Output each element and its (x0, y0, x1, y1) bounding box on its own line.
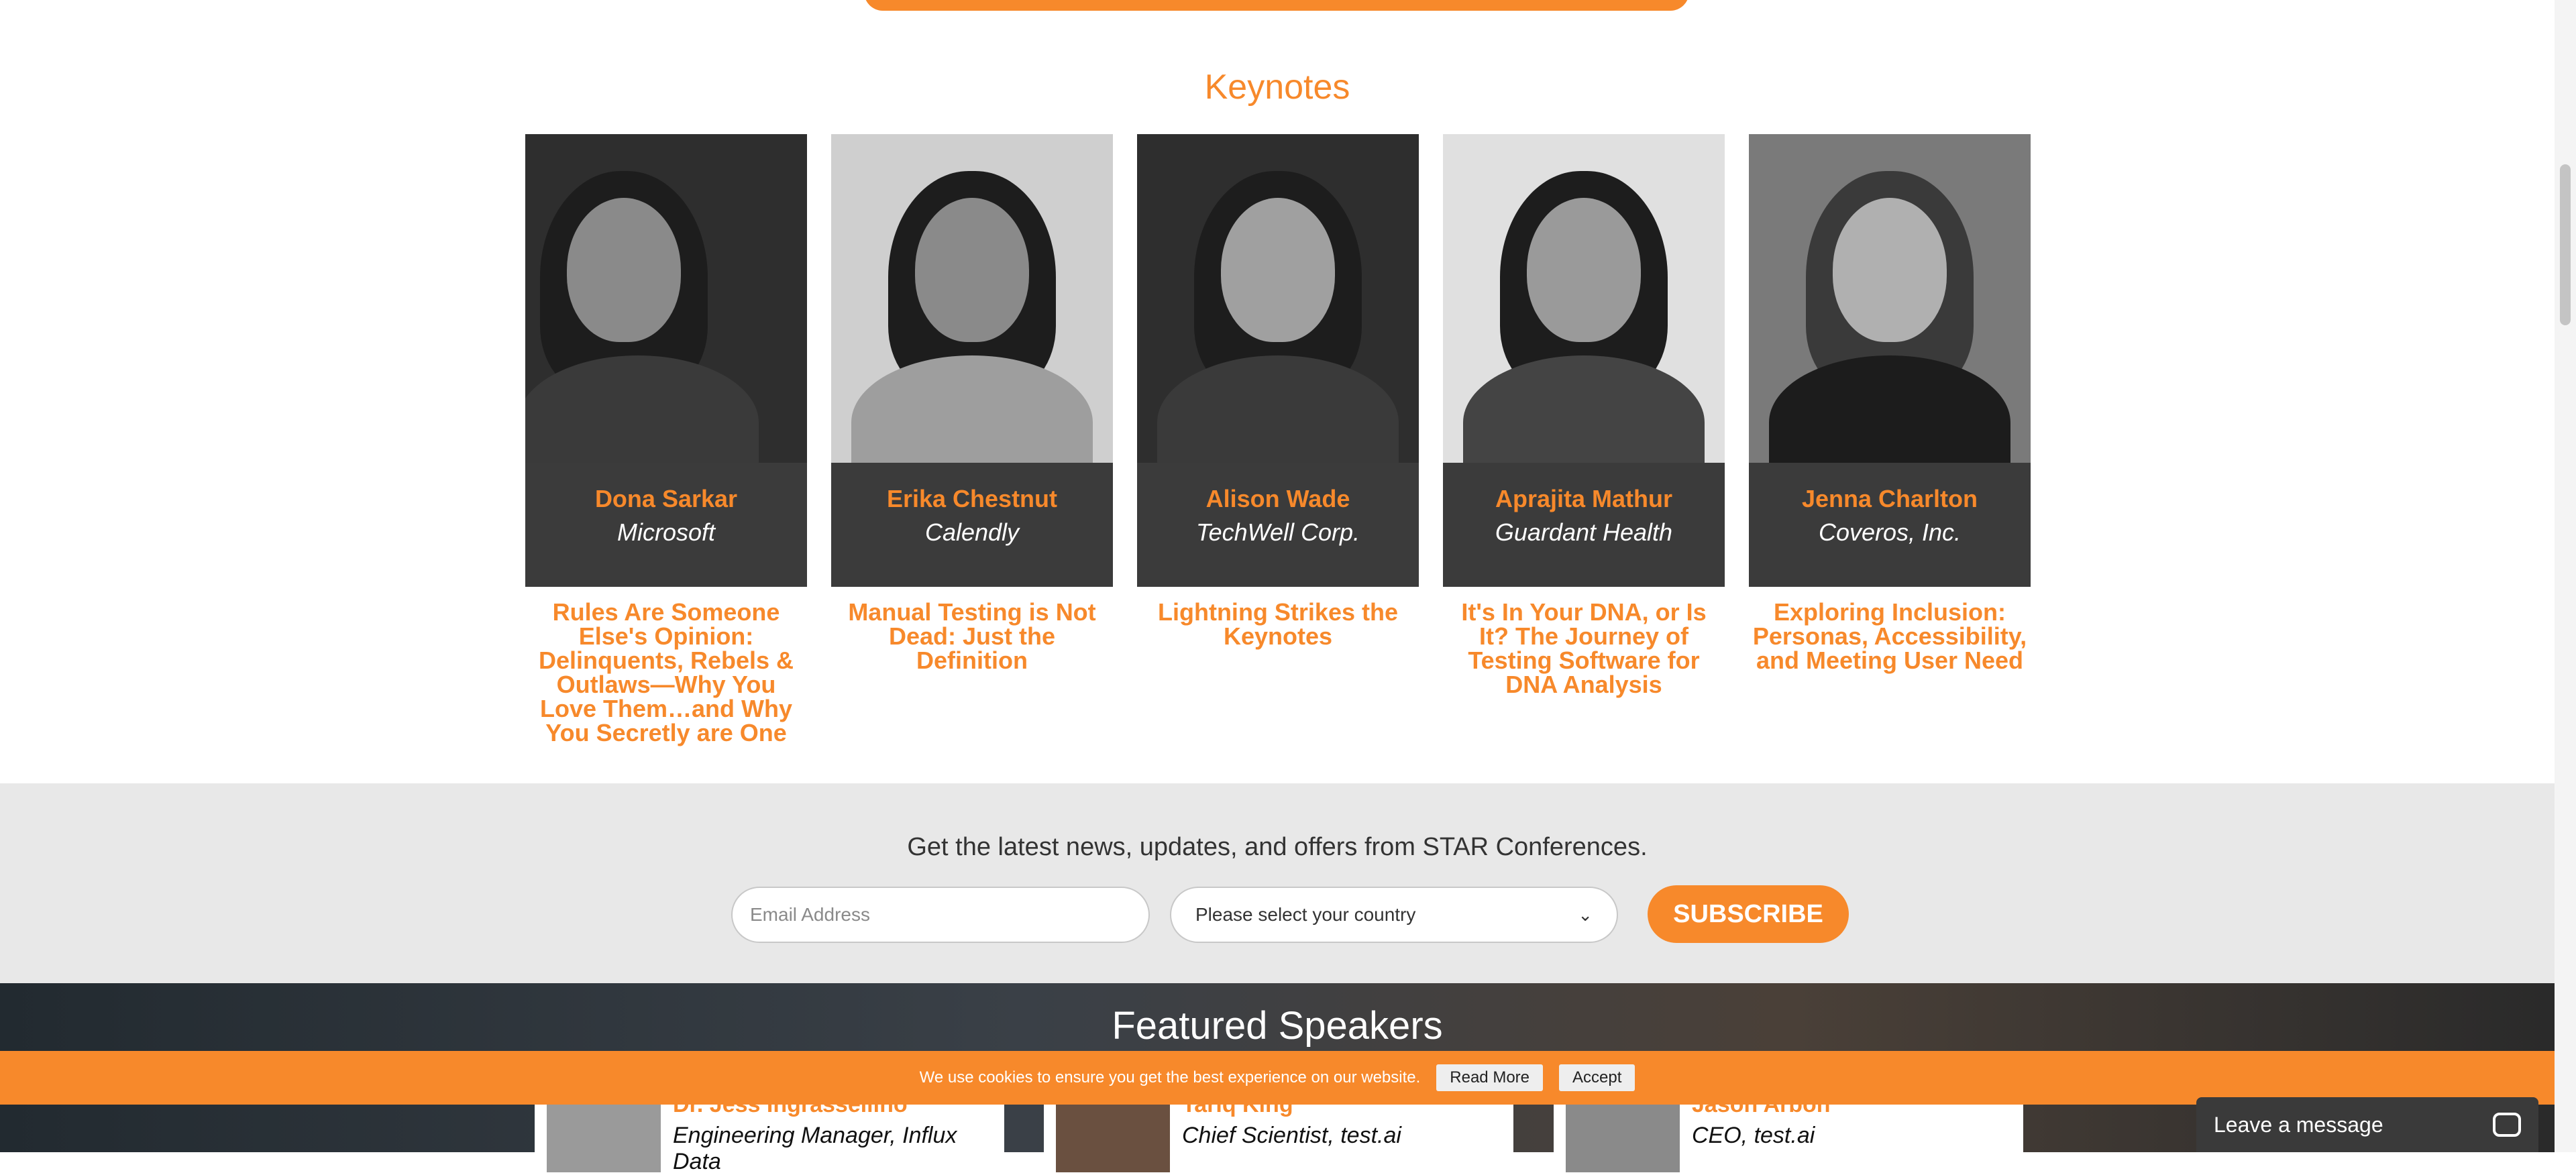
keynote-card[interactable]: Erika Chestnut Calendly Manual Testing i… (831, 134, 1113, 673)
speaker-name: Alison Wade (1205, 485, 1350, 512)
speaker-name: Dona Sarkar (594, 485, 738, 512)
talk-title-link[interactable]: Manual Testing is Not Dead: Just the Def… (831, 600, 1113, 673)
speaker-company: Coveros, Inc. (1818, 518, 1962, 546)
scrollbar-thumb[interactable] (2560, 164, 2571, 325)
talk-title-link[interactable]: It's In Your DNA, or Is It? The Journey … (1443, 600, 1725, 697)
speaker-company: Guardant Health (1495, 518, 1673, 546)
top-cta-button[interactable] (864, 0, 1689, 11)
featured-heading: Featured Speakers (1112, 1004, 1443, 1048)
speaker-info: Dona Sarkar Microsoft (525, 463, 807, 587)
cookie-banner: We use cookies to ensure you get the bes… (0, 1051, 2555, 1105)
featured-speaker-role: Chief Scientist, test.ai (1182, 1123, 1401, 1148)
email-input[interactable] (731, 887, 1150, 943)
talk-title-link[interactable]: Lightning Strikes the Keynotes (1137, 600, 1419, 649)
speaker-company: TechWell Corp. (1195, 518, 1360, 546)
keynote-card[interactable]: Alison Wade TechWell Corp. Lightning Str… (1137, 134, 1419, 649)
speaker-photo (831, 134, 1113, 463)
chevron-down-icon: ⌄ (1578, 904, 1593, 925)
talk-title-link[interactable]: Exploring Inclusion: Personas, Accessibi… (1749, 600, 2031, 673)
speaker-info: Alison Wade TechWell Corp. (1137, 463, 1419, 587)
speaker-name: Aprajita Mathur (1495, 485, 1673, 512)
speaker-company: Microsoft (616, 518, 716, 546)
newsletter-section: Get the latest news, updates, and offers… (0, 783, 2555, 983)
keynote-card[interactable]: Aprajita Mathur Guardant Health It's In … (1443, 134, 1725, 697)
speaker-name: Jenna Charlton (1801, 485, 1978, 512)
scrollbar[interactable] (2555, 0, 2576, 1152)
keynote-card[interactable]: Dona Sarkar Microsoft Rules Are Someone … (525, 134, 807, 745)
newsletter-text: Get the latest news, updates, and offers… (907, 833, 1648, 861)
speaker-info: Erika Chestnut Calendly (831, 463, 1113, 587)
speaker-photo (1137, 134, 1419, 463)
cookie-text: We use cookies to ensure you get the bes… (919, 1068, 1421, 1086)
country-select-value: Please select your country (1195, 904, 1416, 925)
speaker-photo (1749, 134, 2031, 463)
speaker-company: Calendly (924, 518, 1020, 546)
subscribe-button[interactable]: SUBSCRIBE (1648, 885, 1849, 943)
accept-button[interactable]: Accept (1559, 1064, 1635, 1091)
talk-title-link[interactable]: Rules Are Someone Else's Opinion: Delinq… (525, 600, 807, 745)
country-select[interactable]: Please select your country ⌄ (1170, 887, 1618, 943)
speaker-photo (1443, 134, 1725, 463)
read-more-button[interactable]: Read More (1436, 1064, 1544, 1091)
keynote-card[interactable]: Jenna Charlton Coveros, Inc. Exploring I… (1749, 134, 2031, 673)
speaker-name: Erika Chestnut (886, 485, 1058, 512)
chat-bubble-icon (2493, 1113, 2521, 1137)
keynotes-heading: Keynotes (1204, 68, 1350, 107)
speaker-info: Aprajita Mathur Guardant Health (1443, 463, 1725, 587)
featured-speaker-role: CEO, test.ai (1692, 1123, 1815, 1148)
chat-widget[interactable]: Leave a message (2196, 1097, 2538, 1152)
speaker-photo (525, 134, 807, 463)
chat-label: Leave a message (2214, 1112, 2383, 1137)
featured-speaker-role: Engineering Manager, Influx Data (673, 1123, 957, 1174)
speaker-info: Jenna Charlton Coveros, Inc. (1749, 463, 2031, 587)
